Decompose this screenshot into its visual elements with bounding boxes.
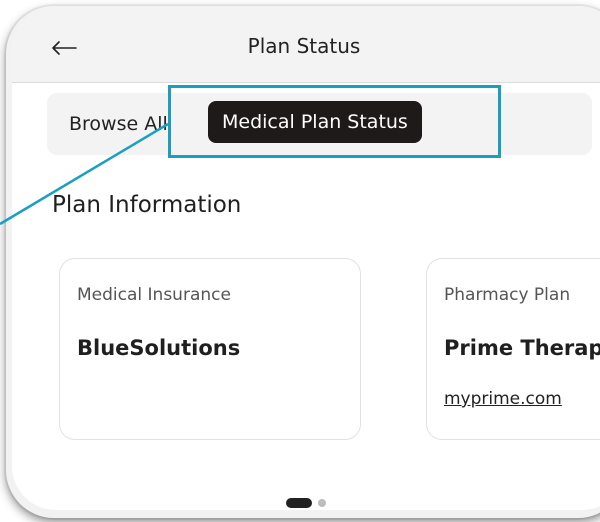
- card-label: Medical Insurance: [77, 285, 231, 305]
- plan-card-medical[interactable]: Medical Insurance BlueSolutions: [59, 258, 361, 440]
- device-frame: Plan Status Browse All Plan Information …: [6, 6, 600, 518]
- carousel-pager: [286, 498, 326, 508]
- pager-dot[interactable]: [318, 499, 326, 507]
- browse-all-label: Browse All: [69, 113, 168, 135]
- plan-card-pharmacy[interactable]: Pharmacy Plan Prime Therapeutics myprime…: [426, 258, 600, 440]
- section-title: Plan Information: [52, 192, 242, 218]
- card-plan-name: Prime Therapeutics: [444, 336, 600, 360]
- app-header: Plan Status: [12, 6, 600, 83]
- app-screen: Plan Status Browse All Plan Information …: [12, 6, 600, 510]
- card-label: Pharmacy Plan: [444, 285, 571, 305]
- highlight-box: [168, 85, 501, 158]
- pager-dot-active[interactable]: [286, 498, 312, 508]
- page-title: Plan Status: [247, 34, 361, 58]
- card-plan-name: BlueSolutions: [77, 336, 241, 360]
- card-website-link[interactable]: myprime.com: [444, 389, 562, 409]
